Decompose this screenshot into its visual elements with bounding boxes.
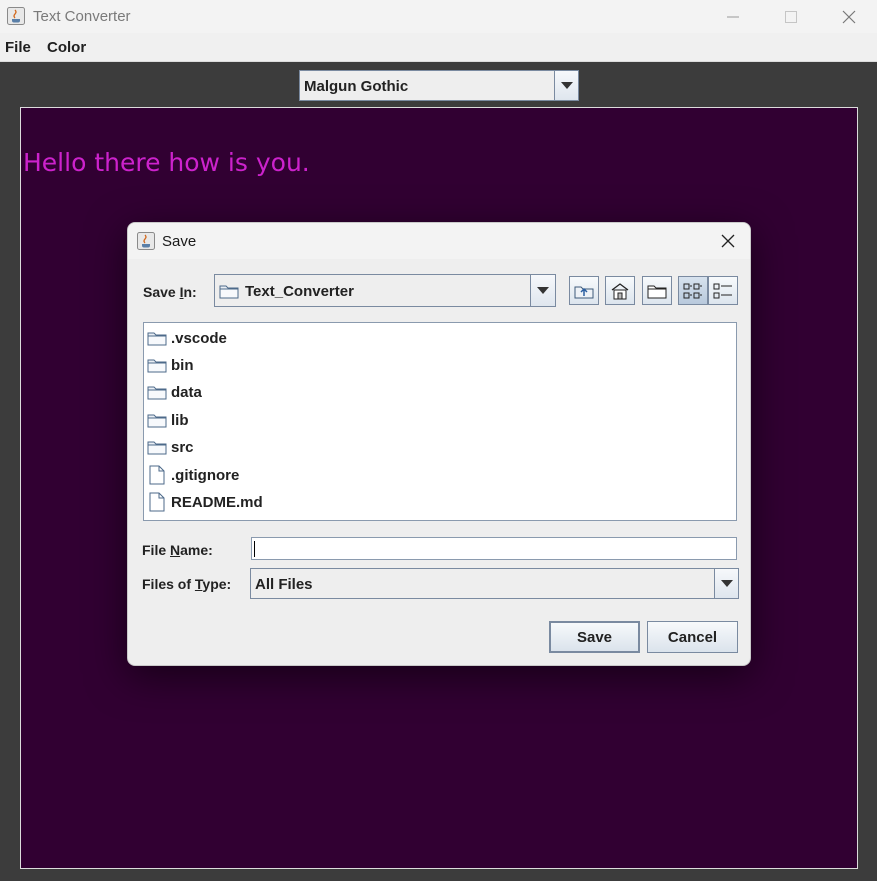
new-folder-icon — [647, 285, 667, 298]
save-in-dropdown-button[interactable] — [530, 275, 555, 306]
save-button[interactable]: Save — [549, 621, 640, 653]
list-item[interactable]: .vscode — [146, 327, 227, 349]
chevron-down-icon — [537, 287, 549, 294]
folder-icon — [146, 355, 168, 375]
folder-icon — [219, 283, 239, 304]
files-of-type-value: All Files — [255, 576, 313, 593]
file-name-input[interactable] — [251, 537, 737, 560]
save-in-combo[interactable]: Text_Converter — [214, 274, 556, 307]
list-item[interactable]: README.md — [146, 491, 263, 513]
details-view-button[interactable] — [708, 276, 738, 305]
list-item[interactable]: bin — [146, 354, 194, 376]
text-caret — [254, 541, 255, 557]
close-icon — [721, 234, 735, 248]
file-name: src — [171, 438, 194, 456]
file-list[interactable]: .vscode bin data lib src .gitignore READ… — [143, 322, 737, 521]
files-of-type-combo[interactable]: All Files — [250, 568, 739, 599]
file-name: lib — [171, 411, 189, 429]
list-item[interactable]: .gitignore — [146, 464, 239, 486]
file-icon — [146, 465, 168, 485]
file-name: .vscode — [171, 329, 227, 347]
details-view-icon — [713, 283, 732, 298]
save-dialog: Save Save In: Text_Converter .vscode bin… — [127, 222, 751, 666]
maximize-icon — [785, 10, 797, 23]
dialog-title: Save — [162, 233, 197, 250]
up-one-level-button[interactable] — [569, 276, 599, 305]
list-item[interactable]: data — [146, 381, 202, 403]
file-name: bin — [171, 356, 194, 374]
chevron-down-icon — [560, 82, 573, 89]
window-title: Text Converter — [33, 8, 131, 25]
list-view-icon — [683, 283, 702, 298]
maximize-button[interactable] — [761, 0, 821, 33]
cancel-button[interactable]: Cancel — [647, 621, 738, 653]
editor-text: Hello there how is you. — [23, 148, 310, 177]
file-name-label: File Name: — [142, 542, 213, 558]
file-name: .gitignore — [171, 466, 240, 484]
files-of-type-label: Files of Type: — [142, 576, 232, 592]
save-in-value: Text_Converter — [245, 283, 354, 300]
window-titlebar: Text Converter — [0, 0, 877, 33]
menu-file[interactable]: File — [5, 39, 31, 56]
java-app-icon — [7, 7, 25, 25]
chevron-down-icon — [720, 580, 733, 587]
dialog-titlebar: Save — [128, 223, 750, 259]
list-item[interactable]: lib — [146, 409, 189, 431]
folder-icon — [146, 410, 168, 430]
file-name: data — [171, 383, 202, 401]
folder-icon — [146, 328, 168, 348]
font-selector[interactable]: Malgun Gothic — [299, 70, 579, 101]
file-icon — [146, 492, 168, 512]
font-selector-value: Malgun Gothic — [304, 78, 409, 95]
new-folder-button[interactable] — [642, 276, 672, 305]
close-icon — [842, 10, 856, 23]
font-selector-dropdown-button[interactable] — [554, 71, 578, 100]
minimize-icon — [727, 16, 739, 17]
save-in-label: Save In: — [143, 284, 197, 300]
file-name: README.md — [171, 493, 263, 511]
list-view-button[interactable] — [678, 276, 708, 305]
files-of-type-dropdown-button[interactable] — [714, 569, 738, 598]
home-button[interactable] — [605, 276, 635, 305]
dialog-close-button[interactable] — [714, 227, 742, 255]
home-icon — [611, 282, 629, 299]
folder-icon — [146, 382, 168, 402]
menu-bar: File Color — [0, 33, 877, 62]
up-folder-icon — [574, 286, 594, 298]
menu-color[interactable]: Color — [47, 39, 86, 56]
list-item[interactable]: src — [146, 436, 194, 458]
close-window-button[interactable] — [819, 0, 877, 33]
minimize-button[interactable] — [703, 0, 763, 33]
folder-icon — [146, 437, 168, 457]
java-app-icon — [137, 232, 155, 250]
